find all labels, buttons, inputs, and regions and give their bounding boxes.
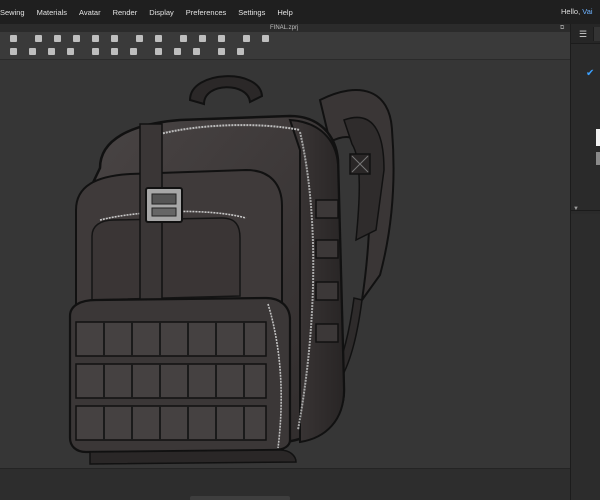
- list-icon[interactable]: ☰: [579, 30, 587, 39]
- select-tool-icon[interactable]: [8, 33, 19, 44]
- menu-item-render[interactable]: Render: [113, 8, 144, 17]
- side-webbing: [315, 323, 339, 343]
- stitch-tool-icon[interactable]: [153, 46, 164, 57]
- user-name[interactable]: Vai: [582, 7, 592, 16]
- flip-tool-icon[interactable]: [90, 33, 101, 44]
- user-greeting[interactable]: Hello, Vai: [561, 0, 593, 24]
- pen-tool-icon[interactable]: [216, 33, 227, 44]
- menu-bar: Sewing Materials Avatar Render Display P…: [0, 0, 600, 24]
- strap-buckle-inner: [151, 193, 177, 205]
- topstitch-tool-icon[interactable]: [172, 46, 183, 57]
- greeting-text: Hello,: [561, 7, 581, 16]
- button-tool-icon[interactable]: [27, 46, 38, 57]
- right-panel-header: ☰: [571, 24, 600, 44]
- restore-icon[interactable]: ⧉: [560, 24, 568, 32]
- strip-tool-icon[interactable]: [128, 46, 139, 57]
- collapse-icon[interactable]: ▼: [573, 206, 579, 212]
- color-swatch-white[interactable]: [596, 129, 600, 146]
- arrange-tool-icon[interactable]: [109, 46, 120, 57]
- menu-item-display[interactable]: Display: [149, 8, 180, 17]
- transform-tool-icon[interactable]: [33, 33, 44, 44]
- property-editor-panel: [571, 214, 600, 500]
- menu-item-sewing[interactable]: Sewing: [0, 8, 31, 17]
- molle-webbing: [75, 321, 267, 441]
- document-filename: FINAL.zprj: [270, 25, 299, 31]
- menu-item-materials[interactable]: Materials: [37, 8, 73, 17]
- fold-tool-icon[interactable]: [134, 33, 145, 44]
- compression-strap: [139, 123, 163, 325]
- trim-tool-icon[interactable]: [260, 33, 271, 44]
- document-title-bar: FINAL.zprj ⧉: [0, 24, 570, 32]
- backpack-render: [68, 75, 395, 465]
- menu-item-help[interactable]: Help: [277, 8, 298, 17]
- menu-item-settings[interactable]: Settings: [238, 8, 271, 17]
- texture-tool-icon[interactable]: [197, 33, 208, 44]
- buttonhole-tool-icon[interactable]: [46, 46, 57, 57]
- measure-tool-icon[interactable]: [178, 33, 189, 44]
- avatar-tool-icon[interactable]: [90, 46, 101, 57]
- tool-palette: [0, 32, 570, 60]
- zipper-tool-icon[interactable]: [8, 46, 19, 57]
- bottom-panel-handle[interactable]: [190, 496, 290, 500]
- side-webbing: [315, 281, 339, 301]
- rotate-tool-icon[interactable]: [71, 33, 82, 44]
- side-webbing: [315, 199, 339, 219]
- strap-buckle-inner: [151, 207, 177, 217]
- main-menu: Sewing Materials Avatar Render Display P…: [0, 0, 305, 24]
- 3d-viewport[interactable]: [0, 60, 570, 468]
- right-panel: ☰ ✔ ▼: [570, 24, 600, 500]
- pin-tool-icon[interactable]: [109, 33, 120, 44]
- sphere-tool-icon[interactable]: [65, 46, 76, 57]
- graphic-tool-icon[interactable]: [241, 33, 252, 44]
- check-icon[interactable]: ✔: [586, 69, 594, 79]
- side-webbing: [315, 239, 339, 259]
- status-bar: [0, 468, 570, 500]
- menu-item-avatar[interactable]: Avatar: [79, 8, 107, 17]
- move-tool-icon[interactable]: [52, 33, 63, 44]
- top-handle: [188, 75, 264, 106]
- panel-tab[interactable]: [593, 27, 600, 41]
- toolbar-row-2: [0, 46, 246, 57]
- tack-tool-icon[interactable]: [153, 33, 164, 44]
- color-swatch-grey[interactable]: [596, 152, 600, 165]
- menu-item-preferences[interactable]: Preferences: [186, 8, 232, 17]
- puckering-tool-icon[interactable]: [191, 46, 202, 57]
- hide-tool-icon[interactable]: [235, 46, 246, 57]
- upper-pocket-inner: [91, 217, 241, 301]
- toolbar-row-1: [0, 33, 271, 44]
- backpack-bottom: [89, 449, 297, 465]
- strap-buckle: [145, 187, 183, 223]
- show-tool-icon[interactable]: [216, 46, 227, 57]
